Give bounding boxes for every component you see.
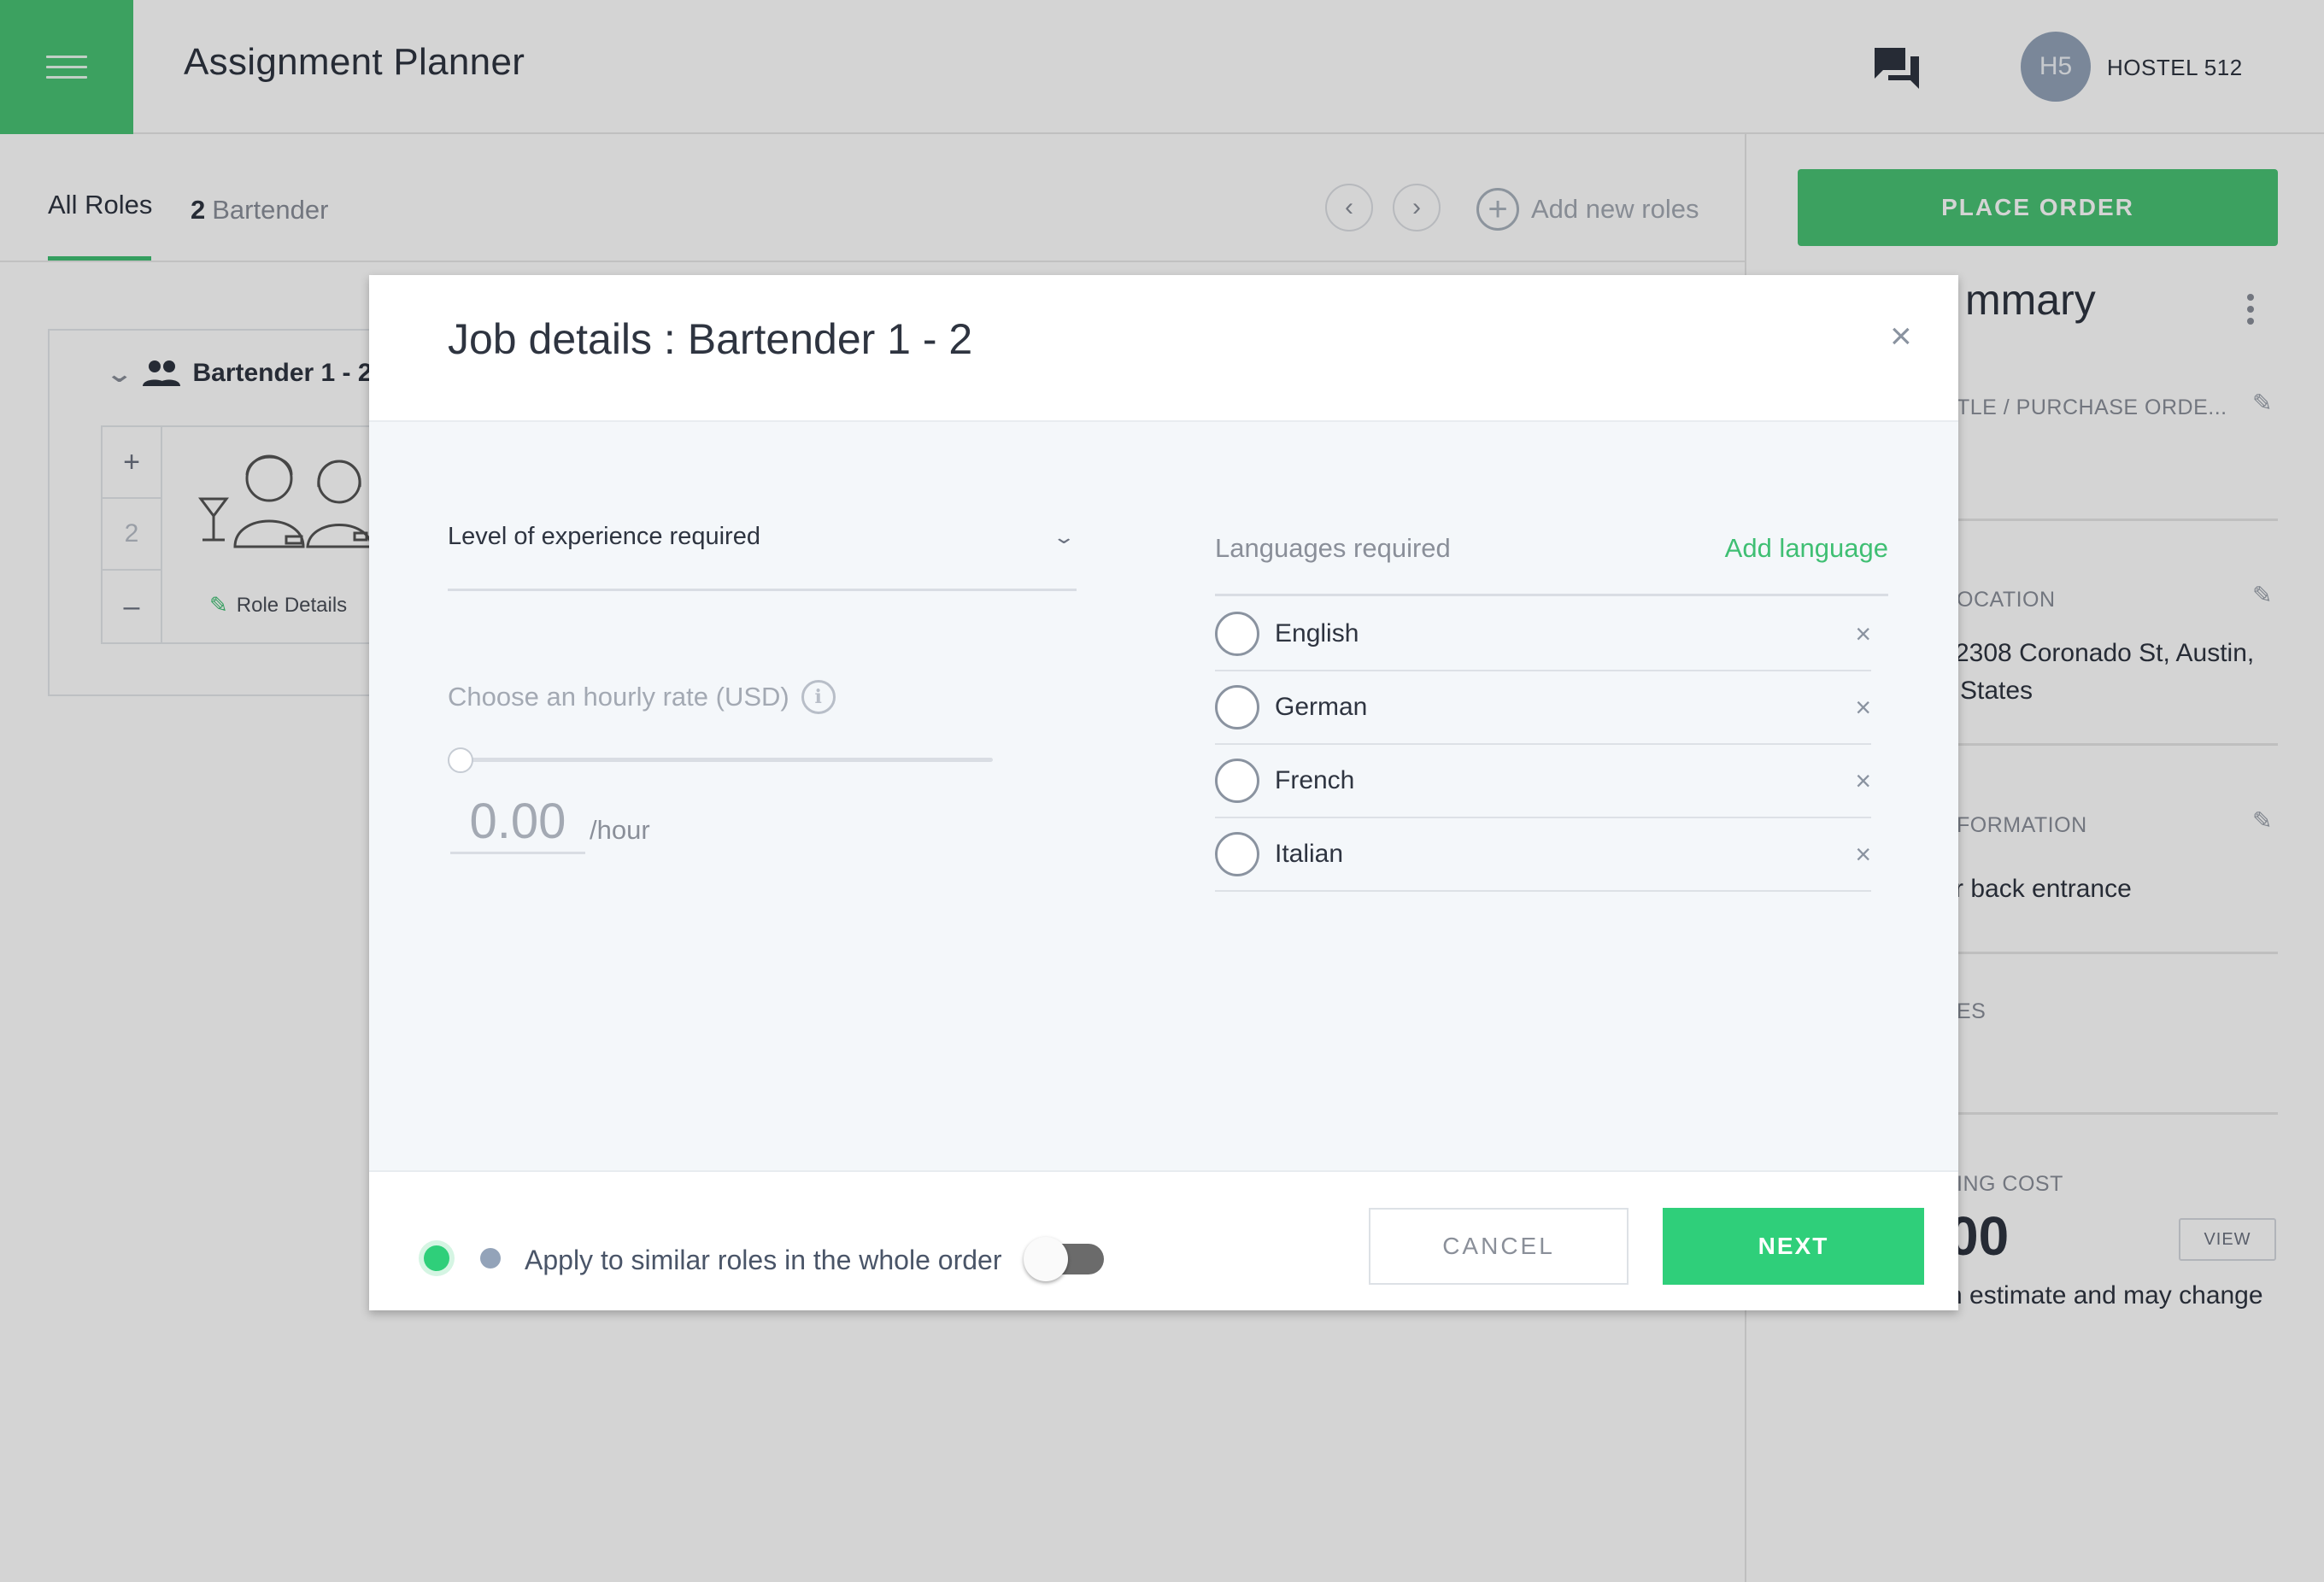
step-indicator-inactive (480, 1248, 501, 1269)
remove-language-icon[interactable]: × (1855, 839, 1871, 870)
language-radio[interactable] (1215, 832, 1259, 876)
languages-list: English × German × French × Italian × (1215, 598, 1871, 892)
hourly-rate-value[interactable]: 0.00 (450, 793, 585, 854)
step-indicator-active (424, 1245, 449, 1271)
info-icon[interactable]: i (801, 680, 836, 714)
remove-language-icon[interactable]: × (1855, 765, 1871, 797)
hourly-rate-slider[interactable] (455, 758, 993, 762)
chevron-down-icon: ⌄ (1052, 526, 1077, 548)
job-details-modal: Job details : Bartender 1 - 2 × Level of… (369, 275, 1958, 1310)
slider-thumb[interactable] (448, 747, 473, 773)
experience-level-label: Level of experience required (448, 523, 760, 550)
language-radio[interactable] (1215, 759, 1259, 803)
language-name: English (1275, 619, 1359, 647)
next-button[interactable]: NEXT (1663, 1208, 1924, 1285)
languages-label: Languages required (1215, 533, 1451, 563)
modal-header: Job details : Bartender 1 - 2 × (369, 275, 1958, 422)
list-item: German × (1215, 671, 1871, 745)
list-item: English × (1215, 598, 1871, 671)
hourly-rate-unit: /hour (590, 815, 650, 845)
add-language-link[interactable]: Add language (1725, 533, 1888, 564)
experience-level-select[interactable]: Level of experience required ⌄ (448, 523, 1077, 591)
hourly-rate-label-text: Choose an hourly rate (USD) (448, 682, 789, 712)
language-radio[interactable] (1215, 612, 1259, 656)
remove-language-icon[interactable]: × (1855, 692, 1871, 724)
hourly-rate-label: Choose an hourly rate (USD) i (448, 680, 836, 714)
language-radio[interactable] (1215, 685, 1259, 729)
cancel-button[interactable]: CANCEL (1369, 1208, 1629, 1285)
list-item: French × (1215, 745, 1871, 818)
remove-language-icon[interactable]: × (1855, 618, 1871, 650)
language-name: German (1275, 693, 1368, 721)
close-icon[interactable]: × (1890, 318, 1912, 355)
toggle-knob (1024, 1237, 1068, 1281)
modal-title: Job details : Bartender 1 - 2 (448, 315, 973, 363)
language-name: French (1275, 766, 1355, 794)
list-item: Italian × (1215, 818, 1871, 892)
apply-similar-roles-toggle[interactable] (1024, 1237, 1104, 1281)
apply-similar-roles-label: Apply to similar roles in the whole orde… (525, 1245, 1002, 1275)
modal-footer: Apply to similar roles in the whole orde… (369, 1170, 1958, 1310)
languages-header: Languages required Add language (1215, 523, 1888, 596)
language-name: Italian (1275, 840, 1344, 868)
